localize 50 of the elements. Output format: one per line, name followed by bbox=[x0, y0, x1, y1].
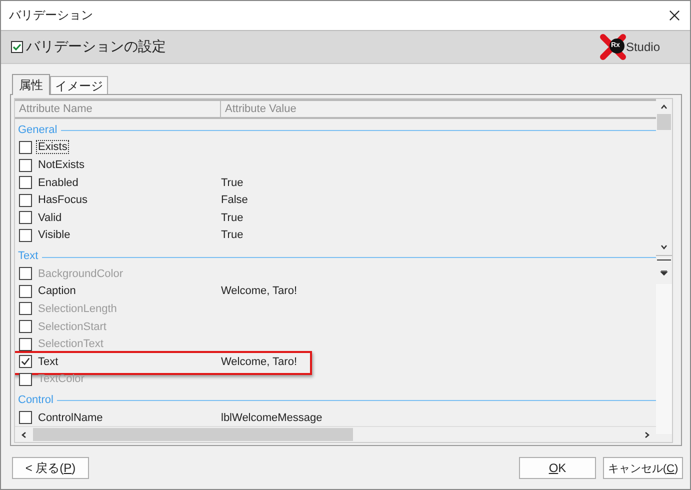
scroll-down-icon[interactable] bbox=[660, 243, 668, 251]
attribute-name: Exists bbox=[36, 140, 70, 154]
attribute-name: SelectionStart bbox=[37, 320, 108, 334]
checkbox[interactable] bbox=[19, 355, 32, 368]
attribute-name: TextColor bbox=[37, 372, 86, 386]
close-icon[interactable] bbox=[669, 10, 680, 21]
scroll-right-icon[interactable] bbox=[643, 430, 651, 439]
group-header: General bbox=[17, 124, 58, 136]
header-title: バリデーションの設定 bbox=[26, 38, 167, 56]
scroll-up-icon[interactable] bbox=[660, 103, 668, 111]
attribute-name: Valid bbox=[37, 210, 63, 225]
scroll-left-icon[interactable] bbox=[20, 430, 28, 439]
dialog-button[interactable]: < 戻る(P) bbox=[12, 457, 89, 479]
dialog-button[interactable]: OK bbox=[519, 457, 596, 479]
attribute-value: Welcome, Taro! bbox=[221, 285, 298, 298]
checkbox[interactable] bbox=[19, 140, 32, 154]
checkbox[interactable] bbox=[19, 211, 32, 224]
scroll-thumb[interactable] bbox=[657, 114, 671, 130]
attribute-name: Enabled bbox=[37, 176, 80, 190]
checkbox[interactable] bbox=[19, 228, 32, 242]
attribute-name: SelectionLength bbox=[37, 302, 118, 316]
group-header: Text bbox=[17, 250, 40, 262]
attribute-name: BackgroundColor bbox=[37, 266, 124, 281]
attribute-name: ControlName bbox=[37, 410, 104, 425]
checkbox[interactable] bbox=[19, 176, 32, 190]
group-header: Control bbox=[17, 394, 54, 406]
checkbox[interactable] bbox=[19, 194, 32, 207]
window-title: バリデーション bbox=[9, 7, 94, 24]
attribute-value: False bbox=[221, 194, 248, 206]
dialog-button[interactable]: キャンセル(C) bbox=[603, 457, 683, 479]
attribute-name: Caption bbox=[37, 284, 77, 298]
checkbox[interactable] bbox=[19, 284, 32, 298]
logo-icon bbox=[600, 34, 626, 60]
attribute-name: NotExists bbox=[37, 158, 86, 172]
checkbox[interactable] bbox=[19, 158, 32, 172]
attribute-name: Text bbox=[37, 354, 60, 369]
attribute-value: True bbox=[221, 176, 244, 189]
checkbox-icon bbox=[11, 41, 23, 53]
attribute-value: True bbox=[221, 212, 244, 224]
attribute-name: HasFocus bbox=[37, 193, 89, 208]
tab[interactable]: イメージ bbox=[50, 76, 108, 94]
tab[interactable]: 属性 bbox=[12, 74, 50, 95]
attribute-name: Visible bbox=[37, 228, 72, 242]
scroll-thumb[interactable] bbox=[33, 428, 353, 442]
attribute-value: lblWelcomeMessage bbox=[221, 412, 322, 424]
attribute-name: SelectionText bbox=[37, 337, 104, 352]
attribute-value: Welcome, Taro! bbox=[221, 356, 298, 368]
checkbox[interactable] bbox=[19, 411, 32, 424]
attribute-value: True bbox=[221, 229, 244, 242]
logo-text: Studio bbox=[626, 40, 660, 54]
